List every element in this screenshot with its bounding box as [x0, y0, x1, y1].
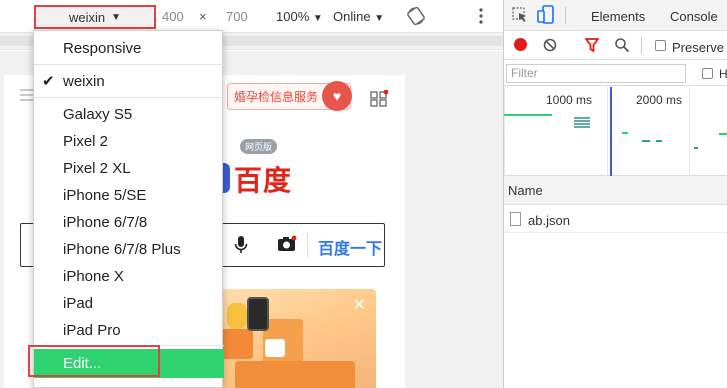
menu-item-pixel-2-xl[interactable]: Pixel 2 XL — [34, 155, 224, 182]
search-icon[interactable] — [614, 37, 630, 58]
menu-item-ipad-pro[interactable]: iPad Pro — [34, 317, 224, 344]
file-icon — [510, 212, 521, 226]
timeline-bar — [694, 147, 698, 149]
device-toolbar-icon[interactable] — [537, 5, 555, 30]
zoom-select[interactable]: 100% ▼ — [276, 9, 323, 24]
tab-elements[interactable]: Elements — [591, 9, 645, 24]
menu-item-ipad[interactable]: iPad — [34, 290, 224, 317]
menu-item-label: iPad — [63, 295, 94, 312]
timeline-bar — [656, 140, 662, 142]
preserve-log-label: Preserve — [672, 40, 725, 55]
timeline-gridline — [689, 87, 690, 176]
mascot-figure — [227, 303, 247, 329]
devtools-tabbar: Elements Console — [504, 0, 727, 31]
promo-text: 婚孕检信息服务 — [234, 90, 319, 104]
heart-icon: ♥ — [322, 81, 352, 111]
name-header-label: Name — [508, 183, 543, 198]
menu-item-galaxy-s5[interactable]: Galaxy S5 — [34, 101, 224, 128]
menu-item-iphone-x[interactable]: iPhone X — [34, 263, 224, 290]
filter-row: Filter H — [504, 61, 727, 86]
hide-data-urls-checkbox[interactable] — [702, 68, 713, 79]
device-select[interactable]: weixin ▼ — [34, 5, 156, 29]
edit-highlight-annotation — [28, 345, 160, 377]
menu-divider — [34, 64, 224, 65]
menu-item-label: Responsive — [63, 40, 142, 57]
clear-icon[interactable] — [543, 38, 557, 57]
device-toolbar: weixin ▼ 400 × 700 100% ▼ Online ▼ — [0, 0, 503, 33]
throttle-select[interactable]: Online ▼ — [333, 9, 384, 24]
more-options-icon[interactable] — [477, 6, 485, 31]
name-column-header[interactable]: Name — [504, 176, 727, 205]
camera-icon[interactable] — [277, 235, 297, 258]
gift-box-shape — [219, 329, 253, 359]
menu-item-label: Pixel 2 — [63, 133, 109, 150]
timeline-bar — [642, 140, 650, 142]
menu-item-label: iPad Pro — [63, 322, 121, 339]
throttle-value: Online — [333, 9, 371, 24]
menu-item-label: iPhone X — [63, 268, 124, 285]
tab-console[interactable]: Console — [670, 9, 718, 24]
record-icon[interactable] — [514, 38, 527, 51]
menu-item-responsive[interactable]: Responsive — [34, 35, 224, 62]
search-button[interactable]: 百度一下 — [318, 235, 382, 259]
device-dropdown-menu: Responsive ✔ weixin Galaxy S5 Pixel 2 Pix… — [33, 30, 224, 388]
menu-item-label: weixin — [63, 73, 105, 90]
search-divider — [307, 233, 308, 257]
apps-grid-icon[interactable] — [370, 89, 389, 113]
timeline-gridline — [607, 87, 608, 176]
timeline-tick-label: 1000 ms — [546, 93, 593, 107]
filter-input[interactable]: Filter — [506, 64, 686, 83]
menu-item-iphone-6-7-8-plus[interactable]: iPhone 6/7/8 Plus — [34, 236, 224, 263]
timeline-tick-label: 2000 ms — [636, 93, 683, 107]
tab-divider — [565, 7, 566, 24]
caret-down-icon: ▼ — [312, 13, 323, 24]
timeline-bar — [504, 114, 552, 116]
menu-item-weixin[interactable]: ✔ weixin — [34, 68, 224, 95]
close-icon[interactable]: ✕ — [353, 295, 366, 315]
preserve-log-checkbox[interactable] — [655, 40, 666, 51]
menu-icon[interactable] — [20, 89, 34, 101]
inspect-element-icon[interactable] — [512, 7, 528, 28]
dimension-separator: × — [199, 9, 207, 24]
toolbar-divider — [641, 37, 642, 54]
promo-banner[interactable]: 婚孕检信息服务 ♥ — [227, 81, 352, 111]
smartphone-image — [247, 297, 269, 331]
web-version-badge: 网页版 — [240, 139, 278, 154]
menu-item-pixel-2[interactable]: Pixel 2 — [34, 128, 224, 155]
baidu-logo: 百度 — [234, 164, 293, 197]
hide-data-urls-label: H — [719, 67, 727, 81]
timeline-gridline — [504, 87, 505, 176]
table-row[interactable]: ab.json — [504, 206, 727, 233]
timeline-bar — [719, 133, 727, 135]
device-select-value: weixin — [68, 9, 106, 25]
menu-item-iphone-5-se[interactable]: iPhone 5/SE — [34, 182, 224, 209]
menu-item-label: Pixel 2 XL — [63, 160, 131, 177]
microphone-icon[interactable] — [234, 235, 248, 260]
menu-item-label: iPhone 6/7/8 Plus — [63, 241, 181, 258]
gift-box-shape — [235, 361, 355, 388]
menu-item-iphone-6-7-8[interactable]: iPhone 6/7/8 — [34, 209, 224, 236]
rotate-icon[interactable] — [406, 6, 426, 31]
network-overview-timeline[interactable]: 1000 ms 2000 ms — [504, 87, 727, 176]
menu-item-label: iPhone 5/SE — [63, 187, 147, 204]
request-name: ab.json — [528, 213, 570, 228]
zoom-value: 100% — [276, 9, 310, 24]
checkmark-icon: ✔ — [42, 73, 55, 90]
height-input[interactable]: 700 — [226, 9, 248, 24]
network-toolbar: Preserve — [504, 31, 727, 60]
devtools-panel: Elements Console Preserve Filter H 1000 … — [504, 0, 727, 388]
caret-down-icon: ▼ — [111, 11, 122, 23]
filter-icon[interactable] — [584, 38, 600, 57]
menu-item-label: Galaxy S5 — [63, 106, 133, 123]
timeline-bar — [574, 117, 590, 129]
timeline-bar — [622, 132, 628, 134]
dom-content-loaded-line — [610, 87, 612, 176]
menu-divider — [34, 97, 224, 98]
caret-down-icon: ▼ — [374, 13, 385, 24]
width-input[interactable]: 400 — [162, 9, 184, 24]
menu-item-label: iPhone 6/7/8 — [63, 214, 148, 231]
earbuds-image — [265, 339, 285, 357]
devtools-window: weixin ▼ 400 × 700 100% ▼ Online ▼ 婚孕检信息… — [0, 0, 727, 388]
